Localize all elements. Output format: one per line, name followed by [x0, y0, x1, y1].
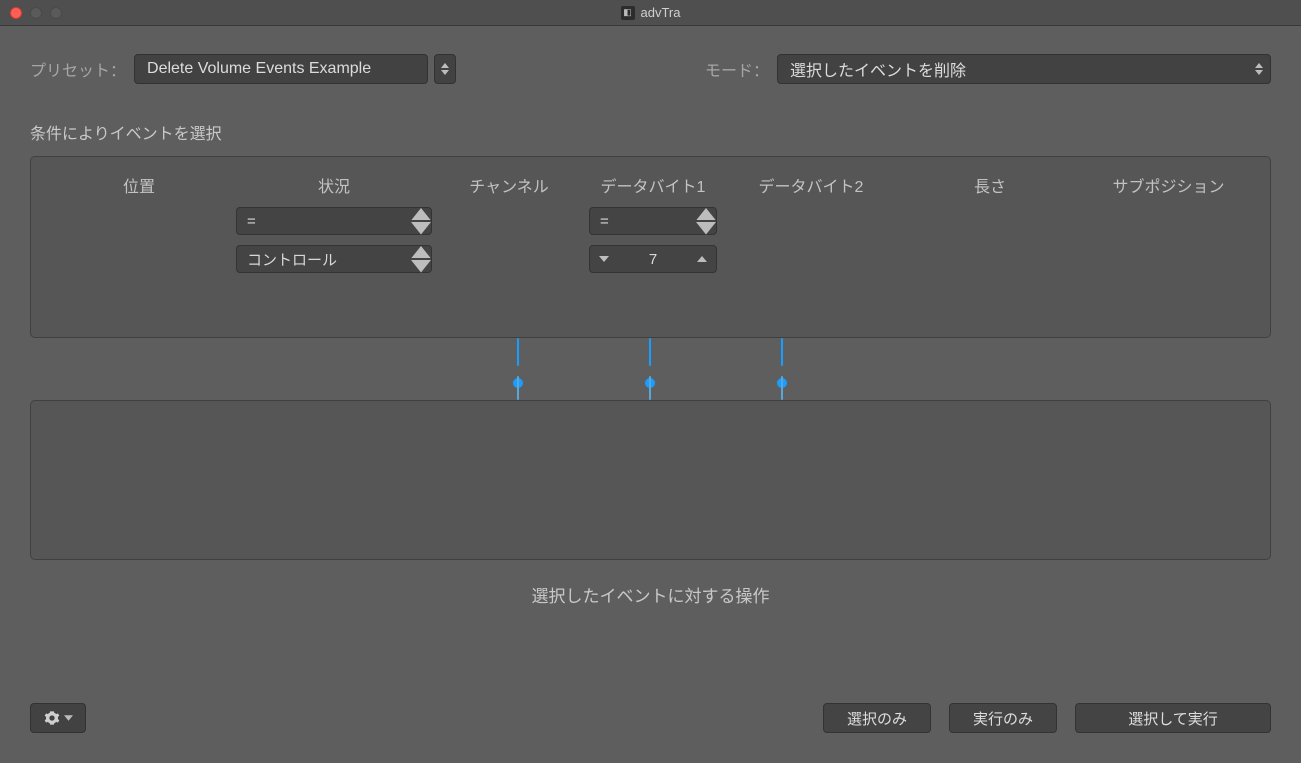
titlebar: ◧ advTra [0, 0, 1301, 26]
map-slider-data1[interactable] [648, 338, 652, 400]
conditions-panel: 位置 状況 = コントロール [30, 156, 1271, 338]
execute-only-button[interactable]: 実行のみ [949, 703, 1057, 733]
col-header-data1: データバイト1 [579, 171, 727, 199]
mode-select[interactable]: 選択したイベントを削除 [777, 54, 1271, 84]
col-header-channel: チャンネル [439, 171, 579, 199]
window-title: advTra [641, 5, 681, 20]
status-kind-select[interactable]: コントロール [236, 245, 432, 273]
operations-panel [30, 400, 1271, 560]
select-only-label: 選択のみ [847, 708, 907, 729]
preset-select-value: Delete Volume Events Example [135, 60, 427, 78]
settings-menu-button[interactable] [30, 703, 86, 733]
operations-caption: 選択したイベントに対する操作 [30, 582, 1271, 607]
data1-operator-value: = [590, 213, 696, 230]
data1-value: 7 [618, 251, 688, 268]
updown-icon [1248, 63, 1270, 75]
updown-icon [411, 208, 431, 235]
select-only-button[interactable]: 選択のみ [823, 703, 931, 733]
select-and-execute-button[interactable]: 選択して実行 [1075, 703, 1271, 733]
updown-icon [411, 246, 431, 273]
mode-select-value: 選択したイベントを削除 [778, 57, 1248, 81]
status-operator-value: = [237, 213, 411, 230]
preset-select[interactable]: Delete Volume Events Example [134, 54, 428, 84]
zoom-window-button[interactable] [50, 7, 62, 19]
col-header-length: 長さ [895, 171, 1085, 199]
preset-label: プリセット： [30, 57, 126, 81]
stepper-decrement[interactable] [590, 256, 618, 262]
stepper-increment[interactable] [688, 256, 716, 262]
minimize-window-button[interactable] [30, 7, 42, 19]
updown-icon [696, 208, 716, 235]
col-header-subposition: サブポジション [1085, 171, 1252, 199]
conditions-heading: 条件によりイベントを選択 [30, 120, 1271, 144]
status-operator-select[interactable]: = [236, 207, 432, 235]
chevron-down-icon [64, 715, 73, 721]
mode-label: モード： [705, 57, 769, 81]
map-slider-data2[interactable] [780, 338, 784, 400]
status-kind-value: コントロール [237, 249, 411, 270]
data1-operator-select[interactable]: = [589, 207, 717, 235]
map-sliders-row [30, 338, 1271, 400]
close-window-button[interactable] [10, 7, 22, 19]
gear-icon [44, 710, 60, 726]
execute-only-label: 実行のみ [973, 708, 1033, 729]
col-header-position: 位置 [49, 171, 229, 199]
select-and-execute-label: 選択して実行 [1128, 708, 1218, 729]
col-header-status: 状況 [229, 171, 439, 199]
window-title-group: ◧ advTra [621, 5, 681, 20]
col-header-data2: データバイト2 [727, 171, 895, 199]
preset-stepper[interactable] [434, 54, 456, 84]
top-controls-row: プリセット： Delete Volume Events Example モード：… [30, 54, 1271, 84]
map-slider-channel[interactable] [516, 338, 520, 400]
window-traffic-lights [10, 7, 62, 19]
app-icon: ◧ [621, 6, 635, 20]
data1-value-stepper[interactable]: 7 [589, 245, 717, 273]
bottom-bar: 選択のみ 実行のみ 選択して実行 [30, 703, 1271, 733]
